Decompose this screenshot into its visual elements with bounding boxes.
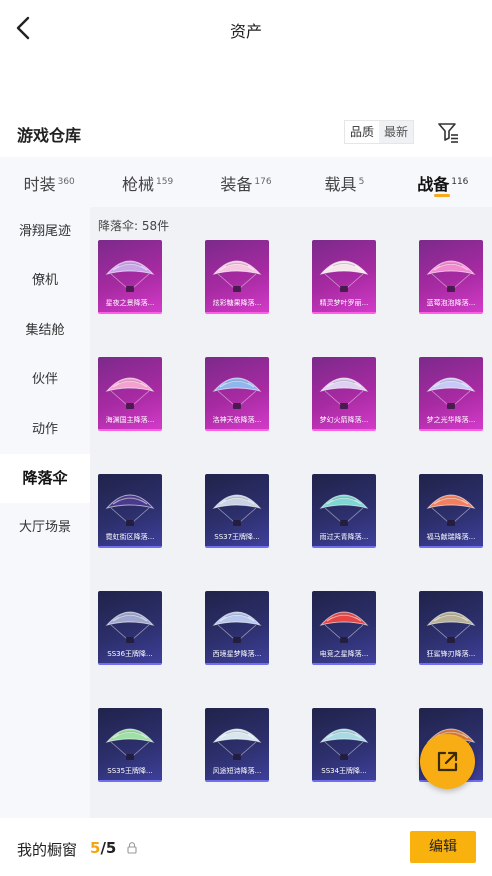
item-label: 星夜之景降落... xyxy=(105,299,155,307)
tab-count: 116 xyxy=(451,177,469,187)
edit-button[interactable]: 编辑 xyxy=(410,831,476,863)
parachute-item[interactable]: 洛神天依降落... xyxy=(205,357,269,431)
item-label: 西境星梦降落... xyxy=(212,650,262,658)
tab-battle-prep[interactable]: 战备 116 xyxy=(394,157,492,207)
item-label: 梦之光华降落... xyxy=(426,416,476,424)
parachute-thumbnail xyxy=(212,377,262,409)
parachute-item[interactable]: 蓝莓泡泡降落... xyxy=(419,240,483,314)
item-label: 炫彩糖果降落... xyxy=(212,299,262,307)
tab-count: 360 xyxy=(57,177,75,187)
tab-count: 159 xyxy=(156,177,174,187)
item-panel: 降落伞: 58件 星夜之景降落... 炫彩糖果降落... 精灵梦叶罗丽... 蓝莓泡泡… xyxy=(90,207,492,818)
item-label: 蓝莓泡泡降落... xyxy=(426,299,476,307)
item-label: SS35王牌降... xyxy=(107,767,153,775)
parachute-thumbnail xyxy=(212,260,262,292)
item-label: 风途短诗降落... xyxy=(212,767,262,775)
item-label: 福马献瑞降落... xyxy=(426,533,476,541)
parachute-item[interactable]: 梦之光华降落... xyxy=(419,357,483,431)
lock-icon xyxy=(127,842,137,854)
parachute-thumbnail xyxy=(426,494,476,526)
parachute-item[interactable]: 精灵梦叶罗丽... xyxy=(312,240,376,314)
parachute-item[interactable]: SS36王牌降... xyxy=(98,591,162,665)
tab-equipment[interactable]: 装备 176 xyxy=(197,157,295,207)
parachute-item[interactable]: 福马献瑞降落... xyxy=(419,474,483,548)
parachute-thumbnail xyxy=(426,377,476,409)
parachute-thumbnail xyxy=(105,377,155,409)
parachute-item[interactable]: 雨过天青降落... xyxy=(312,474,376,548)
item-label: SS37王牌降... xyxy=(214,533,260,541)
parachute-item[interactable]: 星夜之景降落... xyxy=(98,240,162,314)
sort-newest-button[interactable]: 最新 xyxy=(379,121,414,143)
warehouse-title: 游戏仓库 xyxy=(17,126,82,145)
parachute-thumbnail xyxy=(212,494,262,526)
parachute-item[interactable]: 炫彩糖果降落... xyxy=(205,240,269,314)
item-label: SS36王牌降... xyxy=(107,650,153,658)
showcase-count: 5/5 xyxy=(90,839,117,857)
parachute-item[interactable]: 西境星梦降落... xyxy=(205,591,269,665)
item-label: 梦幻火箭降落... xyxy=(319,416,369,424)
tab-count: 176 xyxy=(254,177,272,187)
item-label: 霓虹街区降落... xyxy=(105,533,155,541)
parachute-thumbnail xyxy=(105,728,155,760)
share-icon xyxy=(437,751,458,772)
item-label: 海渊国主降落... xyxy=(105,416,155,424)
active-tab-indicator xyxy=(434,194,450,197)
tab-fashion[interactable]: 时装 360 xyxy=(0,157,98,207)
sidebar-item-companion[interactable]: 伙伴 xyxy=(0,355,90,404)
parachute-item[interactable]: SS35王牌降... xyxy=(98,708,162,782)
sidebar-item-lobby-scene[interactable]: 大厅场景 xyxy=(0,503,90,552)
tab-weapons[interactable]: 枪械 159 xyxy=(98,157,196,207)
showcase-label: 我的橱窗 xyxy=(17,841,78,859)
parachute-thumbnail xyxy=(426,611,476,643)
parachute-thumbnail xyxy=(105,260,155,292)
parachute-thumbnail xyxy=(319,377,369,409)
parachute-item[interactable]: SS37王牌降... xyxy=(205,474,269,548)
item-label: 洛神天依降落... xyxy=(212,416,262,424)
item-label: 电竞之星降落... xyxy=(319,650,369,658)
item-label: SS34王牌降... xyxy=(321,767,367,775)
share-button[interactable] xyxy=(420,734,475,789)
sidebar-item-parachute[interactable]: 降落伞 xyxy=(0,453,90,504)
parachute-thumbnail xyxy=(319,611,369,643)
parachute-item[interactable]: 狂鲨锋刃降落... xyxy=(419,591,483,665)
sidebar-item-glide-trail[interactable]: 滑翔尾迹 xyxy=(0,207,90,256)
item-label: 狂鲨锋刃降落... xyxy=(426,650,476,658)
parachute-thumbnail xyxy=(319,494,369,526)
parachute-item[interactable]: 梦幻火箭降落... xyxy=(312,357,376,431)
parachute-item[interactable]: 风途短诗降落... xyxy=(205,708,269,782)
page-title: 资产 xyxy=(229,22,262,41)
parachute-thumbnail xyxy=(212,611,262,643)
tab-vehicles[interactable]: 载具 5 xyxy=(295,157,393,207)
parachute-thumbnail xyxy=(426,260,476,292)
tab-count: 5 xyxy=(358,177,365,187)
parachute-thumbnail xyxy=(319,260,369,292)
parachute-thumbnail xyxy=(319,728,369,760)
item-count: 降落伞: 58件 xyxy=(98,219,170,233)
parachute-item[interactable]: 海渊国主降落... xyxy=(98,357,162,431)
item-label: 雨过天青降落... xyxy=(319,533,369,541)
item-label: 精灵梦叶罗丽... xyxy=(319,299,369,307)
parachute-item[interactable]: SS34王牌降... xyxy=(312,708,376,782)
parachute-item[interactable]: 电竞之星降落... xyxy=(312,591,376,665)
sidebar: 滑翔尾迹 僚机 集结舱 伙伴 动作 降落伞 大厅场景 xyxy=(0,207,90,818)
showcase-bar: 我的橱窗 5/5 编辑 xyxy=(0,818,492,876)
sidebar-item-emote[interactable]: 动作 xyxy=(0,405,90,454)
parachute-thumbnail xyxy=(105,494,155,526)
sort-toggle: 品质 最新 xyxy=(344,120,415,144)
sidebar-item-wingman[interactable]: 僚机 xyxy=(0,256,90,305)
category-tabs: 时装 360 枪械 159 装备 176 载具 5 战备 116 xyxy=(0,157,492,207)
sort-quality-button[interactable]: 品质 xyxy=(345,121,379,143)
parachute-item[interactable]: 霓虹街区降落... xyxy=(98,474,162,548)
filter-icon[interactable] xyxy=(436,120,460,144)
parachute-thumbnail xyxy=(105,611,155,643)
top-bar: 资产 xyxy=(0,0,492,58)
parachute-thumbnail xyxy=(212,728,262,760)
sidebar-item-pod[interactable]: 集结舱 xyxy=(0,306,90,355)
